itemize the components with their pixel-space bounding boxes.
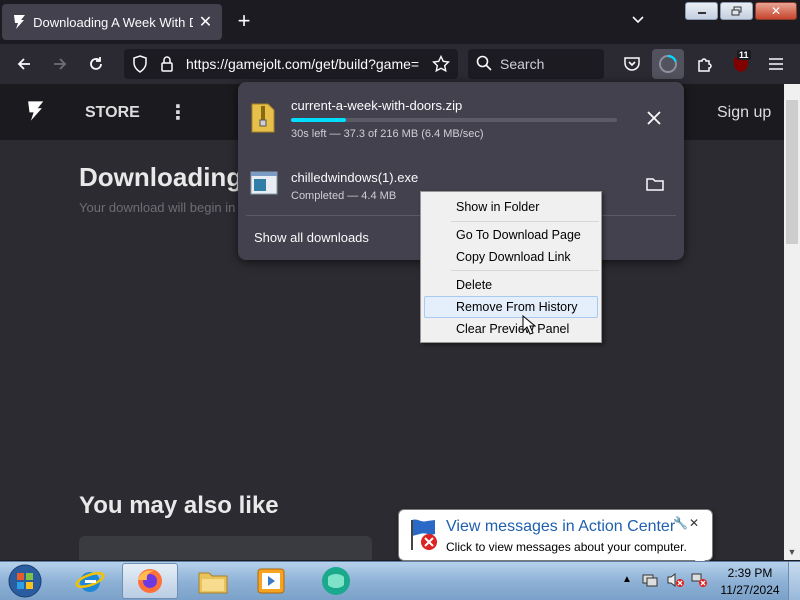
- tracking-protection-shield-icon[interactable]: [132, 55, 148, 76]
- download-progress-bar: [291, 118, 617, 122]
- show-in-folder-icon[interactable]: [646, 176, 666, 194]
- notification-close-icon[interactable]: ✕: [689, 516, 699, 530]
- cancel-download-icon[interactable]: [646, 110, 666, 130]
- lock-icon[interactable]: [160, 55, 174, 76]
- download-progress-fill: [291, 118, 347, 122]
- download-filename: current-a-week-with-doors.zip: [291, 98, 463, 113]
- menu-item-clear-preview-panel[interactable]: Clear Preview Panel: [424, 318, 598, 340]
- search-icon: [476, 55, 492, 74]
- hamburger-menu-icon[interactable]: [764, 52, 788, 76]
- firefox-taskbar-icon[interactable]: [122, 563, 178, 599]
- minimize-button[interactable]: [685, 2, 718, 20]
- downloads-button[interactable]: [652, 49, 684, 79]
- address-bar[interactable]: https://gamejolt.com/get/build?game=: [124, 49, 458, 79]
- search-placeholder: Search: [500, 56, 545, 72]
- extensions-puzzle-icon[interactable]: [693, 52, 717, 76]
- menu-separator: [451, 221, 599, 222]
- clock-date[interactable]: 11/27/2024: [718, 583, 782, 597]
- list-all-tabs-chevron-icon[interactable]: [630, 12, 650, 32]
- store-link[interactable]: STORE: [85, 104, 140, 122]
- clock-time[interactable]: 2:39 PM: [718, 566, 782, 580]
- action-center-flag-icon: [409, 518, 439, 550]
- notification-options-icon[interactable]: 🔧: [673, 516, 688, 530]
- url-text[interactable]: https://gamejolt.com/get/build?game=: [186, 56, 426, 72]
- download-status: Completed — 4.4 MB: [291, 190, 397, 202]
- show-all-downloads-button[interactable]: Show all downloads: [254, 230, 369, 245]
- menu-item-delete[interactable]: Delete: [424, 274, 598, 296]
- notification-title[interactable]: View messages in Action Center: [446, 518, 675, 536]
- volume-muted-icon[interactable]: [666, 572, 684, 591]
- download-item[interactable]: current-a-week-with-doors.zip 30s left —…: [238, 82, 684, 148]
- menu-item-remove-from-history[interactable]: Remove From History: [424, 296, 598, 318]
- network-disconnected-icon[interactable]: [690, 572, 708, 591]
- show-hidden-icons-icon[interactable]: ▲: [622, 574, 632, 585]
- page-subtext: Your download will begin in: [79, 200, 236, 215]
- more-menu-icon[interactable]: ⋮: [168, 100, 188, 125]
- exe-file-icon: [250, 170, 278, 202]
- menu-separator: [451, 270, 599, 271]
- start-button[interactable]: [6, 563, 46, 599]
- bookmark-star-icon[interactable]: [431, 54, 451, 76]
- media-player-icon[interactable]: [243, 563, 299, 599]
- show-desktop-button[interactable]: [788, 562, 800, 600]
- tab-close-icon[interactable]: ✕: [197, 13, 214, 31]
- file-explorer-icon[interactable]: [185, 563, 241, 599]
- new-tab-button[interactable]: +: [232, 10, 256, 34]
- pocket-icon[interactable]: [620, 52, 644, 76]
- mouse-cursor-icon: [522, 314, 537, 338]
- tab-title: Downloading A Week With Doors: [33, 14, 193, 30]
- download-context-menu: Show in Folder Go To Download Page Copy …: [420, 191, 602, 343]
- browser-tab[interactable]: Downloading A Week With Doors ✕: [2, 4, 222, 40]
- action-center-tray-icon[interactable]: [642, 572, 658, 591]
- internet-explorer-icon[interactable]: [62, 563, 118, 599]
- restore-button[interactable]: [720, 2, 753, 20]
- forward-arrow-icon[interactable]: [48, 52, 72, 76]
- back-arrow-icon[interactable]: [12, 52, 36, 76]
- zip-file-icon: [250, 102, 276, 134]
- game-card[interactable]: [79, 536, 372, 560]
- menu-item-go-to-download-page[interactable]: Go To Download Page: [424, 224, 598, 246]
- close-window-button[interactable]: ✕: [755, 2, 797, 20]
- gamejolt-logo-icon[interactable]: [24, 100, 46, 125]
- action-center-notification[interactable]: View messages in Action Center Click to …: [398, 509, 713, 561]
- download-filename: chilledwindows(1).exe: [291, 170, 419, 185]
- tab-strip: Downloading A Week With Doors ✕ + ✕: [0, 0, 800, 44]
- signup-link[interactable]: Sign up: [717, 104, 771, 122]
- notification-text: Click to view messages about your comput…: [446, 540, 687, 554]
- taskbar: ▲: [0, 561, 800, 600]
- chat-app-icon[interactable]: [308, 563, 364, 599]
- extension-badge: 11: [737, 50, 751, 60]
- menu-item-show-in-folder[interactable]: Show in Folder: [424, 196, 598, 218]
- menu-item-copy-download-link[interactable]: Copy Download Link: [424, 246, 598, 268]
- search-bar[interactable]: Search: [468, 49, 604, 79]
- download-status: 30s left — 37.3 of 216 MB (6.4 MB/sec): [291, 128, 484, 140]
- scrollbar-thumb[interactable]: [786, 100, 798, 244]
- scroll-down-arrow-icon[interactable]: ▼: [784, 544, 800, 560]
- gamejolt-favicon-icon: [10, 13, 27, 31]
- navigation-toolbar: https://gamejolt.com/get/build?game= Sea…: [0, 44, 800, 84]
- reload-icon[interactable]: [84, 52, 108, 76]
- also-like-heading: You may also like: [79, 492, 279, 519]
- download-progress-icon: [659, 54, 677, 73]
- window-controls: ✕: [685, 2, 797, 20]
